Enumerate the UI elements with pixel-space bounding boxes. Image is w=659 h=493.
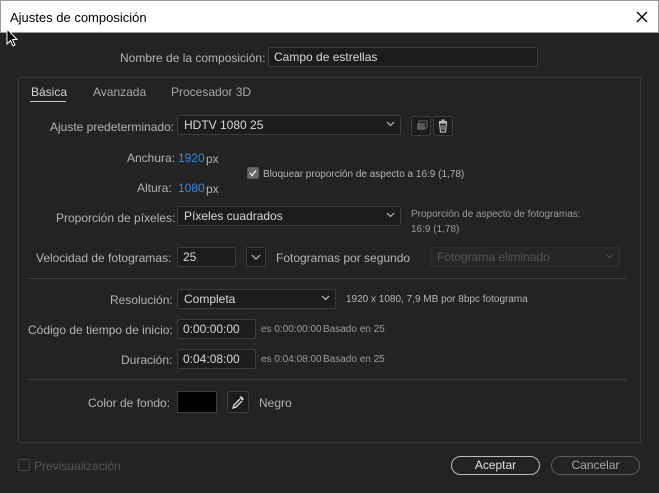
- background-color-name: Negro: [259, 396, 292, 410]
- resolution-label: Resolución:: [110, 293, 173, 307]
- preset-select[interactable]: HDTV 1080 25: [177, 115, 401, 135]
- duration-base: Basado en 25: [323, 354, 385, 365]
- pixel-aspect-value: Píxeles cuadrados: [184, 209, 283, 223]
- tab-basica[interactable]: Básica: [31, 85, 67, 99]
- close-icon[interactable]: [631, 7, 653, 27]
- chevron-down-icon: [386, 121, 395, 127]
- preset-value: HDTV 1080 25: [184, 118, 264, 132]
- comp-name-label: Nombre de la composición:: [120, 51, 266, 65]
- window-title: Ajustes de composición: [10, 10, 147, 25]
- divider: [28, 379, 626, 380]
- resolution-value: Completa: [184, 292, 236, 306]
- preview-checkbox[interactable]: [18, 459, 30, 471]
- resolution-info: 1920 x 1080, 7,9 MB por 8bpc fotograma: [346, 294, 528, 305]
- trash-icon: [438, 119, 448, 133]
- duration-label: Duración:: [121, 353, 173, 367]
- checkmark-icon: [249, 170, 257, 177]
- duration-input[interactable]: 0:04:08:00: [177, 349, 256, 369]
- drop-frame-value: Fotograma eliminado: [437, 250, 550, 264]
- start-timecode-input[interactable]: 0:00:00:00: [177, 319, 256, 339]
- height-unit: px: [206, 182, 219, 196]
- tab-procesador-3d[interactable]: Procesador 3D: [171, 85, 251, 99]
- width-value[interactable]: 1920: [178, 151, 205, 165]
- frame-aspect-value: 16:9 (1,78): [411, 224, 460, 235]
- title-bar: Ajustes de composición: [0, 0, 659, 33]
- start-timecode-equiv: es 0:00:00:00: [261, 324, 322, 335]
- start-timecode-label: Código de tiempo de inicio:: [28, 323, 173, 337]
- width-unit: px: [206, 152, 219, 166]
- duration-equiv: es 0:04:08:00: [261, 354, 322, 365]
- background-color-label: Color de fondo:: [88, 396, 171, 410]
- active-tab-indicator: [30, 101, 66, 102]
- drop-frame-select: Fotograma eliminado: [430, 247, 620, 267]
- resolution-select[interactable]: Completa: [177, 289, 336, 309]
- preview-label: Previsualización: [34, 459, 121, 473]
- chevron-down-icon: [605, 253, 614, 259]
- tab-avanzada[interactable]: Avanzada: [93, 85, 146, 99]
- save-preset-icon: [417, 120, 428, 130]
- height-value[interactable]: 1080: [178, 181, 205, 195]
- mouse-cursor-icon: [6, 28, 19, 47]
- eyedropper-button[interactable]: [227, 391, 249, 413]
- frame-aspect-label: Proporción de aspecto de fotogramas:: [411, 209, 581, 220]
- save-preset-button[interactable]: [411, 116, 431, 136]
- pixel-aspect-label: Proporción de píxeles:: [56, 211, 176, 225]
- width-label: Anchura:: [127, 151, 176, 165]
- height-label: Altura:: [137, 181, 172, 195]
- preset-label: Ajuste predeterminado:: [50, 120, 175, 134]
- chevron-down-icon: [321, 295, 330, 301]
- frame-rate-unit: Fotogramas por segundo: [276, 251, 411, 265]
- background-color-swatch[interactable]: [177, 391, 217, 413]
- ok-button[interactable]: Aceptar: [451, 456, 540, 475]
- delete-preset-button[interactable]: [433, 116, 453, 136]
- start-timecode-base: Basado en 25: [323, 324, 385, 335]
- cancel-button[interactable]: Cancelar: [551, 456, 640, 475]
- comp-name-input[interactable]: Campo de estrellas: [268, 47, 538, 67]
- frame-rate-input[interactable]: 25: [177, 247, 236, 267]
- lock-aspect-label: Bloquear proporción de aspecto a 16:9 (1…: [263, 169, 465, 180]
- frame-rate-label: Velocidad de fotogramas:: [36, 251, 172, 265]
- pixel-aspect-select[interactable]: Píxeles cuadrados: [177, 206, 401, 226]
- divider: [28, 278, 626, 279]
- lock-aspect-checkbox[interactable]: [247, 167, 259, 179]
- chevron-down-icon: [251, 254, 261, 260]
- frame-rate-dropdown-button[interactable]: [246, 247, 266, 267]
- eyedropper-icon: [231, 396, 244, 410]
- chevron-down-icon: [386, 212, 395, 218]
